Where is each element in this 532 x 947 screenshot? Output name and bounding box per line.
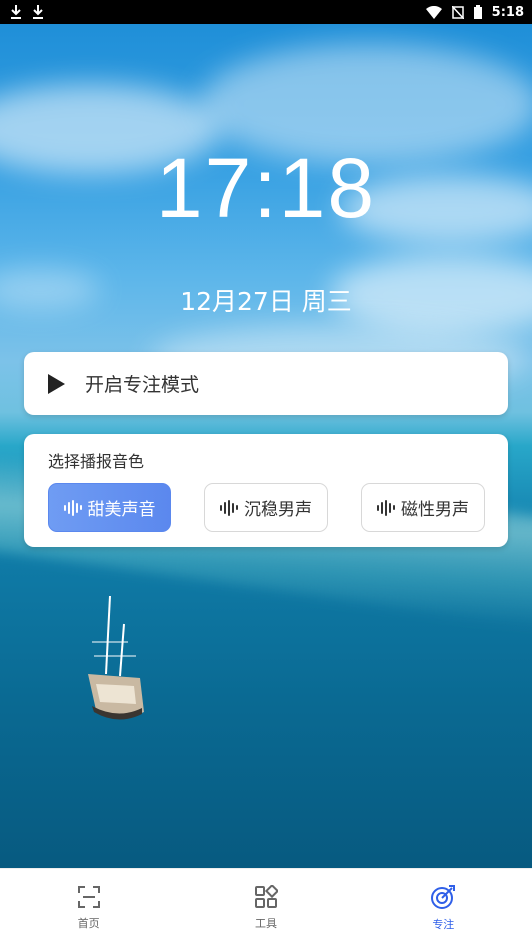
voice-selection-title: 选择播报音色 — [48, 452, 145, 471]
status-time: 5:18 — [491, 4, 524, 20]
status-bar: 5:18 — [0, 0, 532, 24]
voice-option-label: 甜美声音 — [87, 500, 156, 520]
voice-option-calm-male[interactable]: 沉稳男声 — [204, 483, 328, 532]
bottom-tab-bar: 首页 工具 专注 — [0, 868, 532, 947]
voice-option-label: 沉稳男声 — [244, 500, 312, 520]
soundwave-icon — [377, 499, 395, 516]
tab-tools[interactable]: 工具 — [177, 869, 354, 947]
voice-option-magnetic-male[interactable]: 磁性男声 — [361, 483, 485, 532]
status-left — [10, 5, 44, 19]
tab-label: 首页 — [77, 917, 100, 930]
scan-icon — [77, 886, 100, 908]
target-icon — [431, 885, 456, 909]
play-icon — [48, 373, 65, 394]
battery-icon — [473, 5, 482, 19]
clock-time: 17:18 — [155, 141, 377, 235]
download-icon — [11, 5, 21, 19]
tab-label: 工具 — [254, 917, 277, 930]
no-sim-icon — [451, 5, 464, 19]
apps-grid-icon — [254, 885, 278, 908]
voice-option-sweet[interactable]: 甜美声音 — [48, 483, 171, 532]
tab-home[interactable]: 首页 — [0, 869, 177, 947]
start-focus-button[interactable]: 开启专注模式 — [24, 352, 508, 415]
clock-date: 12月27日 周三 — [180, 287, 352, 316]
download-icon — [33, 5, 43, 19]
wifi-icon — [425, 5, 442, 19]
voice-selection-card: 选择播报音色 甜美声音 沉稳男声 磁性男声 — [24, 434, 508, 547]
status-right: 5:18 — [425, 4, 524, 20]
start-focus-label: 开启专注模式 — [85, 374, 200, 396]
soundwave-icon — [220, 499, 238, 516]
tab-label: 专注 — [432, 918, 455, 931]
tab-focus[interactable]: 专注 — [355, 869, 532, 947]
sailboat-image — [88, 595, 144, 720]
voice-option-label: 磁性男声 — [401, 500, 469, 520]
soundwave-icon — [63, 499, 82, 516]
